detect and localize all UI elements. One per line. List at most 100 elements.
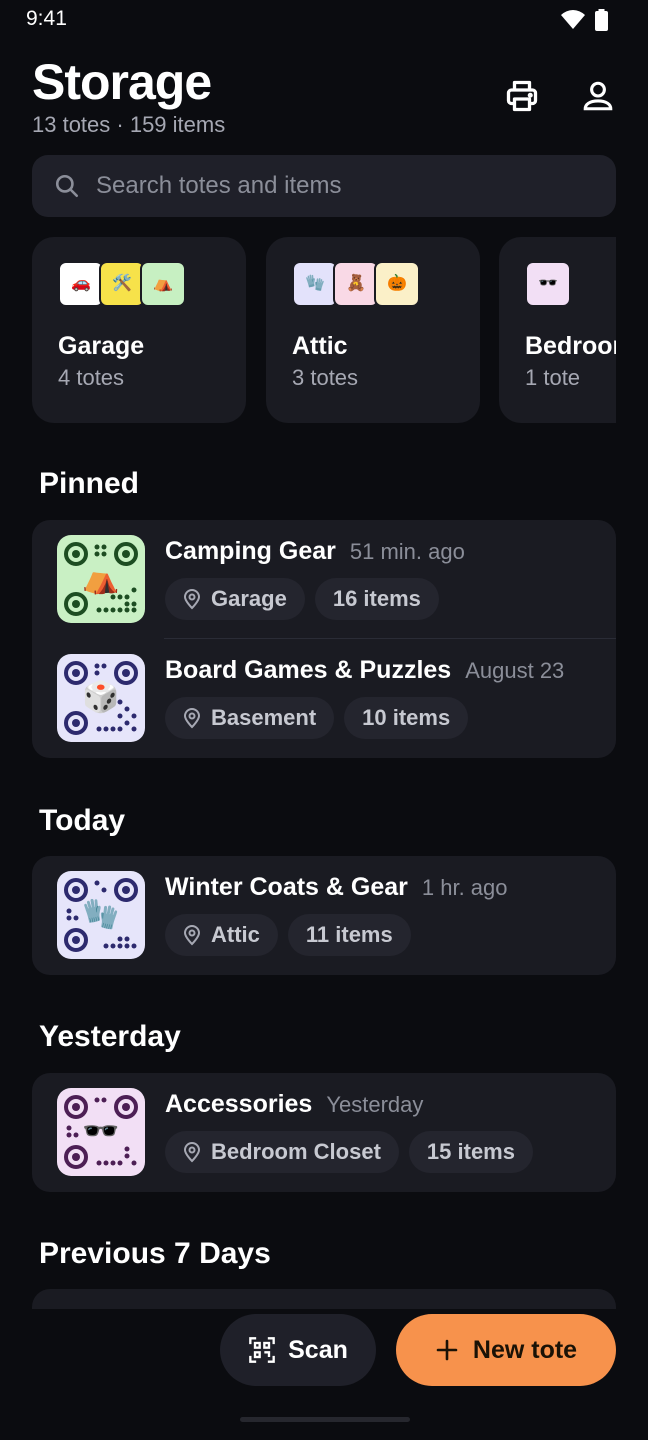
search-input[interactable]: Search totes and items bbox=[96, 172, 341, 200]
location-chip[interactable]: Garage bbox=[165, 578, 305, 620]
tote-qr-code: ⛺ bbox=[57, 535, 145, 623]
tote-info: Accessories Yesterday Bedroom Closet 15 … bbox=[165, 1090, 606, 1173]
location-name: Garage bbox=[58, 332, 145, 360]
location-chip[interactable]: Bedroom Closet bbox=[165, 1131, 399, 1173]
plus-icon bbox=[436, 1339, 458, 1361]
location-count: 4 totes bbox=[58, 365, 125, 390]
items-chip[interactable]: 16 items bbox=[314, 578, 439, 620]
profile-button[interactable] bbox=[580, 78, 616, 114]
search-bar[interactable]: Search totes and items bbox=[32, 155, 616, 217]
search-icon bbox=[55, 174, 79, 198]
tote-info: Board Games & Puzzles August 23 Basement… bbox=[165, 656, 606, 739]
section-title-today: Today bbox=[39, 804, 126, 837]
wifi-icon bbox=[561, 10, 585, 35]
status-icons bbox=[561, 9, 608, 36]
sunglasses-icon: 🕶️ bbox=[538, 275, 558, 292]
location-chip[interactable]: Attic bbox=[165, 914, 278, 956]
tote-time: August 23 bbox=[465, 658, 565, 683]
tote-row[interactable]: 🎲 Board Games & Puzzles August 23 Baseme… bbox=[32, 639, 616, 758]
location-carousel[interactable]: 🚗 🛠️ ⛺ Garage 4 totes 🧤 🧸 🎃 Attic 3 tote… bbox=[32, 237, 616, 423]
tote-row[interactable]: 🕶️ Accessories Yesterday Bedroom Closet … bbox=[32, 1073, 616, 1192]
tent-icon: ⛺ bbox=[82, 562, 120, 595]
items-chip[interactable]: 15 items bbox=[408, 1131, 533, 1173]
location-count: 3 totes bbox=[292, 365, 359, 390]
new-tote-button[interactable]: New tote bbox=[396, 1314, 616, 1386]
qr-code-icon: ⛺ bbox=[140, 261, 186, 307]
tote-qr-code: 🎲 bbox=[57, 654, 145, 742]
location-card-garage[interactable]: 🚗 🛠️ ⛺ Garage 4 totes bbox=[32, 237, 246, 423]
tools-icon: 🛠️ bbox=[112, 275, 132, 292]
items-count: 15 items bbox=[426, 1139, 515, 1164]
qr-code-icon: 🕶️ bbox=[525, 261, 571, 307]
tote-name: Camping Gear bbox=[165, 537, 336, 565]
location-chip-label: Attic bbox=[211, 922, 260, 947]
tote-qr-code: 🕶️ bbox=[57, 1088, 145, 1176]
teddy-bear-icon: 🧸 bbox=[346, 275, 366, 292]
car-icon: 🚗 bbox=[71, 275, 91, 292]
tent-icon: ⛺ bbox=[153, 275, 173, 292]
floating-actions: Scan New tote bbox=[0, 1314, 648, 1386]
sunglasses-icon: 🕶️ bbox=[82, 1115, 120, 1148]
tote-name: Board Games & Puzzles bbox=[165, 656, 452, 684]
qr-code-icon: 🎃 bbox=[374, 261, 420, 307]
gloves-icon: 🧤 bbox=[82, 898, 120, 931]
print-button[interactable] bbox=[504, 78, 540, 114]
location-card-attic[interactable]: 🧤 🧸 🎃 Attic 3 totes bbox=[266, 237, 480, 423]
status-time: 9:41 bbox=[26, 7, 67, 30]
section-title-pinned: Pinned bbox=[39, 467, 140, 500]
tote-time: 1 hr. ago bbox=[421, 875, 508, 900]
pinned-group: ⛺ Camping Gear 51 min. ago Garage 16 ite… bbox=[32, 520, 616, 758]
qr-scan-icon bbox=[249, 1337, 275, 1363]
qr-code-icon: 🚗 bbox=[58, 261, 104, 307]
qr-stack: 🕶️ bbox=[525, 261, 616, 307]
dice-icon: 🎲 bbox=[82, 681, 120, 714]
tote-row[interactable]: 🧤 Winter Coats & Gear 1 hr. ago Attic 11… bbox=[32, 856, 616, 975]
location-chip-label: Bedroom Closet bbox=[211, 1139, 381, 1164]
location-chip-label: Basement bbox=[211, 705, 317, 730]
location-chip-label: Garage bbox=[211, 586, 287, 611]
person-icon bbox=[583, 81, 613, 111]
tote-row[interactable]: ⛺ Camping Gear 51 min. ago Garage 16 ite… bbox=[32, 520, 616, 639]
tote-name: Winter Coats & Gear bbox=[165, 873, 408, 901]
location-chip[interactable]: Basement bbox=[165, 697, 335, 739]
page-header: Storage 13 totes · 159 items bbox=[32, 52, 616, 152]
page-subtitle: 13 totes · 159 items bbox=[32, 112, 226, 137]
home-indicator bbox=[240, 1417, 410, 1422]
location-pin-icon bbox=[183, 1141, 201, 1163]
qr-stack: 🚗 🛠️ ⛺ bbox=[58, 261, 220, 307]
section-title-yesterday: Yesterday bbox=[39, 1020, 181, 1053]
tote-info: Winter Coats & Gear 1 hr. ago Attic 11 i… bbox=[165, 873, 606, 956]
qr-code-icon: 🧸 bbox=[333, 261, 379, 307]
tote-qr-code: 🧤 bbox=[57, 871, 145, 959]
pumpkin-icon: 🎃 bbox=[387, 275, 407, 292]
location-pin-icon bbox=[183, 588, 201, 610]
section-title-previous: Previous 7 Days bbox=[39, 1237, 271, 1270]
location-name: Attic bbox=[292, 332, 348, 360]
scan-label: Scan bbox=[288, 1335, 348, 1364]
tote-info: Camping Gear 51 min. ago Garage 16 items bbox=[165, 537, 606, 620]
tote-name: Accessories bbox=[165, 1090, 313, 1118]
qr-code-icon: 🧤 bbox=[292, 261, 338, 307]
scan-button[interactable]: Scan bbox=[220, 1314, 376, 1386]
items-chip[interactable]: 11 items bbox=[287, 914, 411, 956]
yesterday-group: 🕶️ Accessories Yesterday Bedroom Closet … bbox=[32, 1073, 616, 1192]
status-bar: 9:41 bbox=[0, 0, 648, 40]
header-actions bbox=[504, 78, 616, 114]
tote-time: 51 min. ago bbox=[349, 539, 465, 564]
location-name: Bedroom bbox=[525, 332, 616, 360]
gloves-icon: 🧤 bbox=[305, 275, 325, 292]
new-tote-label: New tote bbox=[472, 1335, 578, 1364]
today-group: 🧤 Winter Coats & Gear 1 hr. ago Attic 11… bbox=[32, 856, 616, 975]
battery-icon bbox=[595, 9, 608, 36]
qr-stack: 🧤 🧸 🎃 bbox=[292, 261, 454, 307]
printer-icon bbox=[506, 80, 538, 112]
location-count: 1 tote bbox=[525, 365, 581, 390]
previous-group bbox=[32, 1289, 616, 1309]
location-card-bedroom[interactable]: 🕶️ Bedroom 1 tote bbox=[499, 237, 616, 423]
items-chip[interactable]: 10 items bbox=[344, 697, 469, 739]
location-pin-icon bbox=[183, 707, 201, 729]
items-count: 16 items bbox=[332, 586, 421, 611]
tote-time: Yesterday bbox=[326, 1092, 424, 1117]
qr-code-icon: 🛠️ bbox=[99, 261, 145, 307]
items-count: 11 items bbox=[305, 922, 393, 947]
